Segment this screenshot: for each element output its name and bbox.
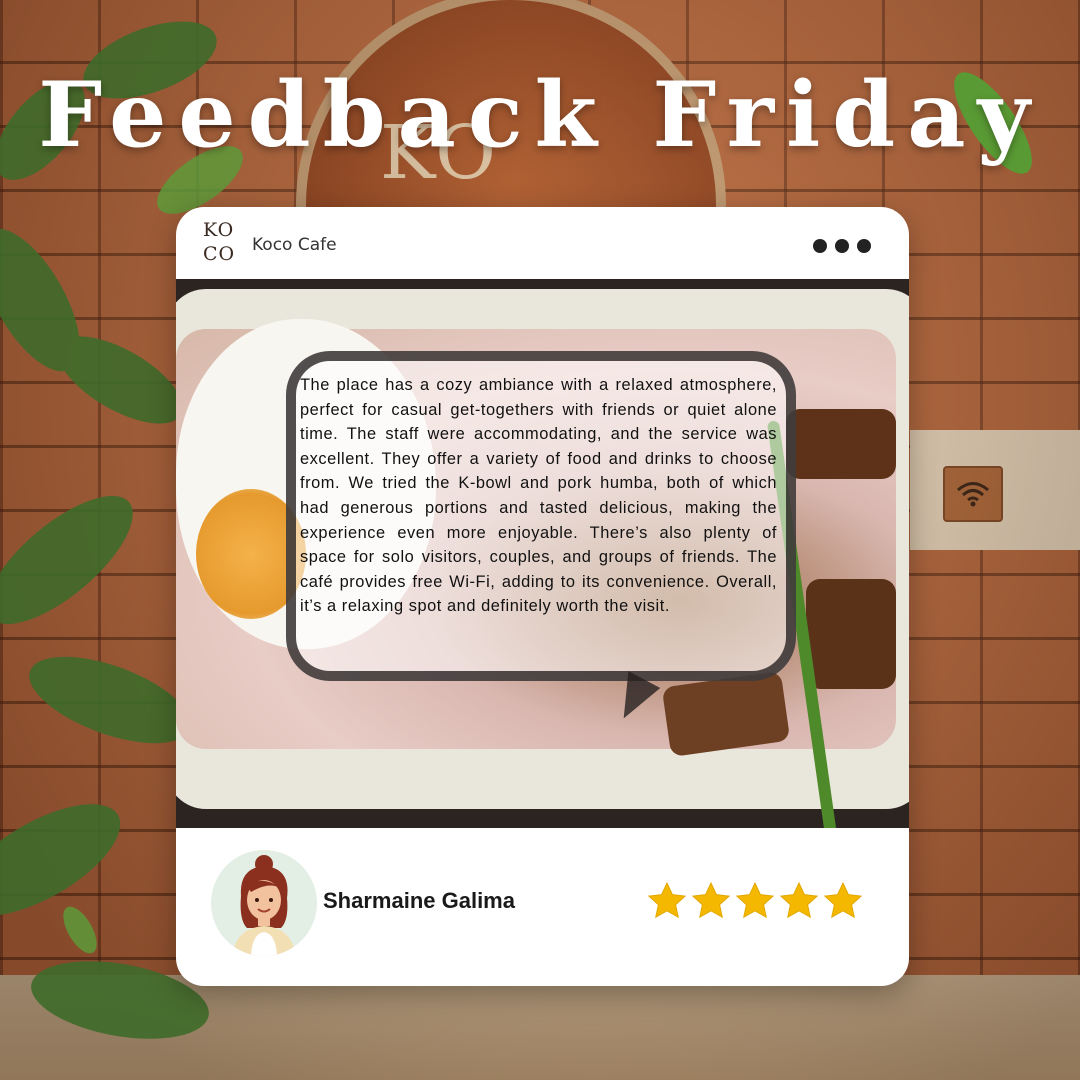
food-photo: The place has a cozy ambiance with a rel…: [176, 279, 909, 828]
star-icon: [823, 881, 863, 919]
logo-line-2: CO: [203, 243, 236, 265]
review-text: The place has a cozy ambiance with a rel…: [300, 376, 777, 616]
more-horizontal-icon[interactable]: [813, 239, 875, 253]
star-icon: [735, 881, 775, 919]
star-icon: [779, 881, 819, 919]
star-icon: [647, 881, 687, 919]
avatar: [211, 850, 317, 956]
cafe-logo: KO CO: [203, 218, 243, 270]
logo-line-1: KO: [203, 219, 235, 241]
star-icon: [691, 881, 731, 919]
page-headline: Feedback Friday: [38, 62, 1042, 168]
star-rating: [646, 880, 864, 922]
account-name: Koco Cafe: [252, 235, 337, 255]
card-footer: Sharmaine Galima: [176, 828, 909, 986]
card-header: KO CO Koco Cafe: [176, 207, 909, 279]
review-card: KO CO Koco Cafe The place has a cozy amb…: [176, 207, 909, 986]
reviewer-name: Sharmaine Galima: [323, 888, 515, 913]
